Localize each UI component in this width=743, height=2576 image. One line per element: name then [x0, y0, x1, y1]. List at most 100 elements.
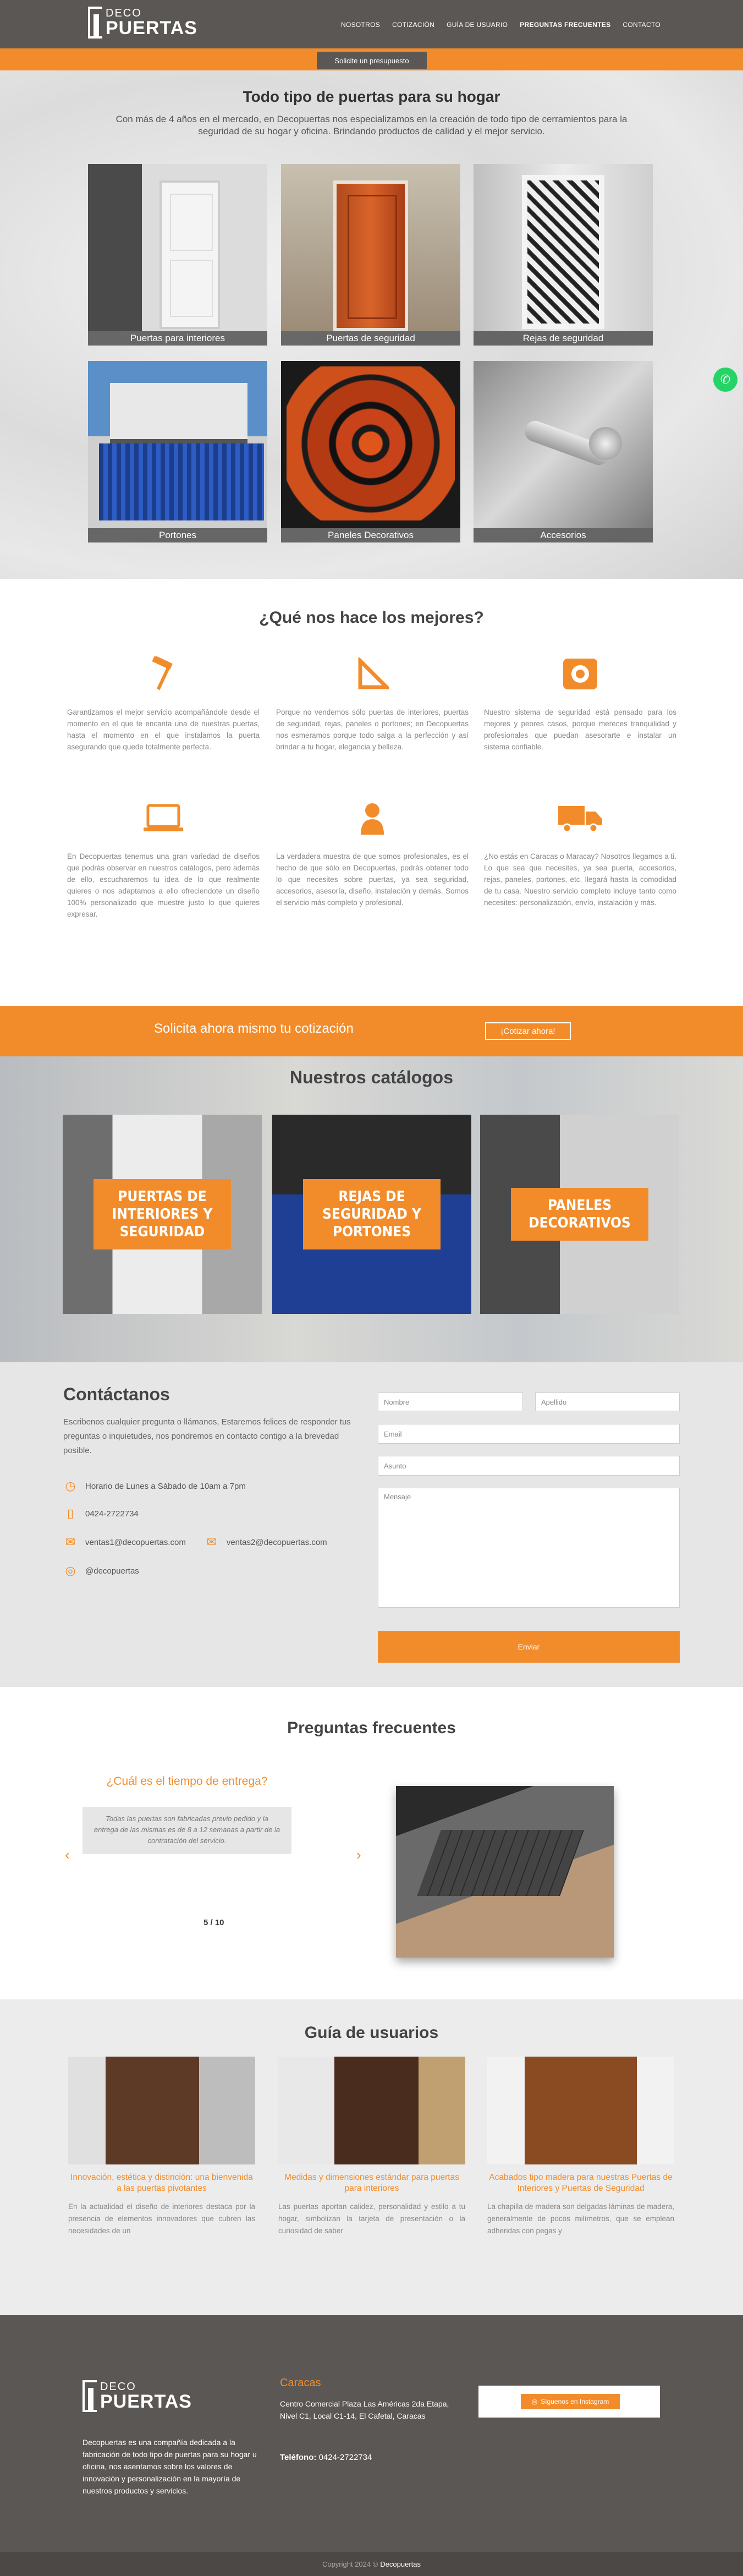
phone-row: ▯ 0424-2722734	[63, 1506, 139, 1521]
instagram-link[interactable]: @decopuertas	[85, 1566, 139, 1576]
catalogs-section: Nuestros catálogos PUERTAS DE INTERIORES…	[0, 1056, 743, 1362]
footer-logo[interactable]: DECO PUERTAS	[82, 2380, 192, 2412]
why-title: ¿Qué nos hace los mejores?	[259, 609, 484, 627]
catalogs-title: Nuestros catálogos	[290, 1067, 453, 1087]
feature-item: La verdadera muestra de que somos profes…	[276, 799, 469, 908]
tile-paneles[interactable]: Paneles Decorativos	[281, 361, 460, 542]
subject-field[interactable]: Asunto	[378, 1456, 680, 1476]
guide-title: Guía de usuarios	[304, 2024, 439, 2042]
faq-prev-arrow-icon[interactable]: ‹	[65, 1846, 70, 1864]
guide-card[interactable]: Acabados tipo madera para nuestras Puert…	[487, 2057, 674, 2237]
logo-door-icon	[82, 2380, 97, 2412]
tile-label: Puertas de seguridad	[281, 331, 460, 346]
nav-cotizacion[interactable]: COTIZACIÓN	[392, 21, 434, 29]
follow-instagram-label: Síguenos en Instagram	[541, 2398, 609, 2405]
footer-city: Caracas	[280, 2377, 321, 2389]
catalog-paneles[interactable]: PANELES DECORATIVOS	[480, 1115, 679, 1314]
catalog-interiores[interactable]: PUERTAS DE INTERIORES Y SEGURIDAD	[63, 1115, 262, 1314]
products-section: Todo tipo de puertas para su hogar Con m…	[0, 70, 743, 579]
guide-card[interactable]: Innovación, estética y distinción: una b…	[68, 2057, 255, 2237]
faq-title: Preguntas frecuentes	[287, 1719, 456, 1737]
phone-link[interactable]: 0424-2722734	[85, 1509, 139, 1519]
cta-text: Solicita ahora mismo tu cotización	[154, 1021, 354, 1036]
mail-icon: ✉	[65, 1535, 76, 1549]
tile-accesorios[interactable]: Accesorios	[474, 361, 653, 542]
laptop-typing-image	[396, 1786, 614, 1958]
faq-next-arrow-icon[interactable]: ›	[356, 1846, 361, 1864]
instagram-icon: ◎	[65, 1564, 76, 1577]
whatsapp-icon[interactable]: ✆	[713, 368, 738, 392]
email-field[interactable]: Email	[378, 1424, 680, 1444]
footer-about: Decopuertas es una compañía dedicada a l…	[82, 2438, 257, 2495]
security-door-image	[281, 164, 460, 331]
guide-card-text: En la actualidad el diseño de interiores…	[68, 2202, 255, 2235]
feature-text: ¿No estás en Caracas o Maracay? Nosotros…	[484, 852, 676, 907]
instagram-icon: ◎	[531, 2398, 538, 2405]
wood-door-image	[487, 2057, 674, 2164]
mobile-icon: ▯	[67, 1506, 74, 1520]
tile-portones[interactable]: Portones	[88, 361, 267, 542]
nav-preguntas[interactable]: PREGUNTAS FRECUENTES	[520, 21, 610, 29]
quote-now-button[interactable]: ¡Cotizar ahora!	[485, 1022, 571, 1040]
feature-item: Garantizamos el mejor servicio acompañán…	[67, 655, 260, 753]
hours-text: Horario de Lunes a Sábado de 10am a 7pm	[85, 1481, 246, 1491]
tile-label: Paneles Decorativos	[281, 528, 460, 542]
feature-text: Nuestro sistema de seguridad está pensad…	[484, 708, 676, 751]
catalog-label: PUERTAS DE INTERIORES Y SEGURIDAD	[93, 1179, 231, 1249]
logo-puertas: PUERTAS	[100, 2391, 192, 2412]
mail-icon: ✉	[206, 1535, 217, 1549]
send-button[interactable]: Enviar	[378, 1631, 680, 1663]
follow-instagram-button[interactable]: ◎ Síguenos en Instagram	[521, 2394, 620, 2409]
hours-row: ◷ Horario de Lunes a Sábado de 10am a 7p…	[63, 1479, 246, 1493]
nav-contacto[interactable]: CONTACTO	[623, 21, 661, 29]
email2-link[interactable]: ventas2@decopuertas.com	[227, 1538, 327, 1547]
nav-guia[interactable]: GUÍA DE USUARIO	[447, 21, 508, 29]
tile-seguridad[interactable]: Puertas de seguridad	[281, 164, 460, 346]
footer-address: Centro Comercial Plaza Las Américas 2da …	[280, 2399, 449, 2420]
budget-button[interactable]: Solicite un presupuesto	[317, 52, 427, 69]
interior-door-image	[88, 164, 267, 331]
guide-card-title: Innovación, estética y distinción: una b…	[70, 2173, 253, 2193]
tile-label: Puertas para interiores	[88, 331, 267, 346]
laptop-icon	[67, 799, 260, 837]
feature-item: Porque no vendemos sólo puertas de inter…	[276, 655, 469, 753]
why-us-section: ¿Qué nos hace los mejores? Garantizamos …	[0, 579, 743, 1006]
products-title: Todo tipo de puertas para su hogar	[243, 88, 500, 105]
faq-question: ¿Cuál es el tiempo de entrega?	[106, 1775, 268, 1788]
tile-interiores[interactable]: Puertas para interiores	[88, 164, 267, 346]
site-logo[interactable]: DECO PUERTAS	[88, 7, 197, 39]
gate-image	[88, 361, 267, 528]
site-header: DECO PUERTAS NOSOTROS COTIZACIÓN GUÍA DE…	[0, 0, 743, 48]
lastname-field[interactable]: Apellido	[535, 1393, 680, 1411]
message-field[interactable]: Mensaje	[378, 1488, 680, 1608]
guide-card-text: Las puertas aportan calidez, personalida…	[278, 2202, 465, 2235]
safe-icon	[484, 655, 676, 693]
copyright-bar: Copyright 2024 © Decopuertas	[0, 2552, 743, 2576]
main-nav: NOSOTROS COTIZACIÓN GUÍA DE USUARIO PREG…	[341, 21, 661, 29]
tile-rejas[interactable]: Rejas de seguridad	[474, 164, 653, 346]
instagram-row: ◎ @decopuertas	[63, 1564, 139, 1578]
tile-label: Portones	[88, 528, 267, 542]
guide-card[interactable]: Medidas y dimensiones estándar para puer…	[278, 2057, 465, 2237]
logo-door-icon	[88, 7, 102, 39]
feature-text: En Decopuertas tenemus una gran variedad…	[67, 852, 260, 918]
feature-text: Porque no vendemos sólo puertas de inter…	[276, 708, 469, 751]
faq-answer: Todas las puertas son fabricadas previo …	[82, 1807, 291, 1854]
door-handle-image	[474, 361, 653, 528]
footer-phone-label: Teléfono:	[280, 2453, 317, 2462]
nav-nosotros[interactable]: NOSOTROS	[341, 21, 380, 29]
quote-bar: Solicite un presupuesto	[0, 48, 743, 70]
guide-card-title: Acabados tipo madera para nuestras Puert…	[489, 2173, 673, 2193]
tile-label: Accesorios	[474, 528, 653, 542]
feature-item: Nuestro sistema de seguridad está pensad…	[484, 655, 676, 753]
feature-text: Garantizamos el mejor servicio acompañán…	[67, 708, 260, 751]
catalog-rejas[interactable]: REJAS DE SEGURIDAD Y PORTONES	[272, 1115, 471, 1314]
logo-deco: DECO	[106, 7, 142, 19]
logo-puertas: PUERTAS	[106, 18, 197, 39]
name-field[interactable]: Nombre	[378, 1393, 523, 1411]
email-row: ✉ ventas1@decopuertas.com ✉ ventas2@deco…	[63, 1535, 327, 1549]
instagram-widget: ◎ Síguenos en Instagram	[478, 2386, 660, 2418]
email1-link[interactable]: ventas1@decopuertas.com	[85, 1538, 186, 1547]
contact-title: Contáctanos	[63, 1384, 170, 1404]
feature-item: ¿No estás en Caracas o Maracay? Nosotros…	[484, 799, 676, 908]
